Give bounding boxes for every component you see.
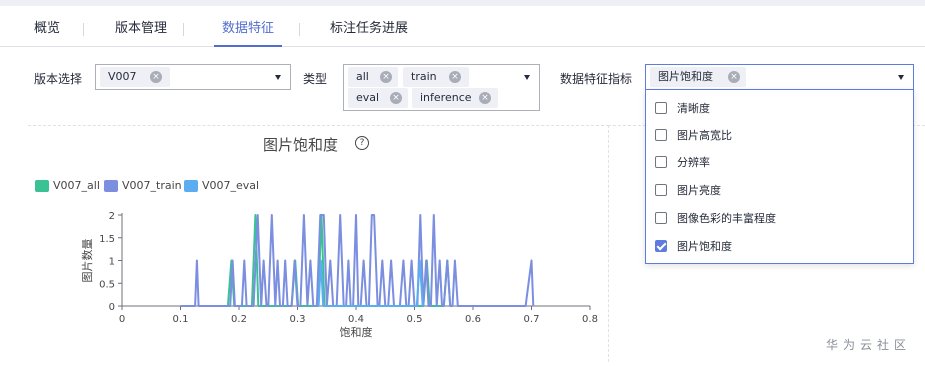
checkbox[interactable] [655,212,667,224]
watermark-logo: 华为云社区 [826,338,912,352]
y-axis-label: 图片数量 [81,239,94,283]
y-tick-label: 2 [109,211,115,222]
metric-option-label: 图片饱和度 [677,240,732,253]
checkbox[interactable] [655,184,667,196]
metric-option-label: 分辨率 [677,156,710,169]
x-tick-label: 0.2 [231,314,247,325]
y-tick-label: 1 [109,257,115,268]
x-tick-label: 0.4 [348,314,364,325]
metric-options-dropdown: 清晰度 图片高宽比 分辨率 图片亮度 图像色彩的丰富程度 图片饱和度 [645,89,914,264]
x-tick-label: 0.1 [173,314,189,325]
checkbox[interactable] [655,156,667,168]
metric-option-label: 图片亮度 [677,184,721,197]
metric-option-label: 图像色彩的丰富程度 [677,212,776,225]
x-tick-label: 0.6 [465,314,481,325]
y-tick-label: 0.5 [99,279,115,290]
checkbox[interactable] [655,129,667,141]
x-axis-label: 饱和度 [340,325,373,339]
x-tick-label: 0.5 [407,314,423,325]
metric-option-label: 图片高宽比 [677,129,732,142]
x-tick-label: 0.7 [524,314,540,325]
metric-option-label: 清晰度 [677,102,710,115]
y-tick-label: 0 [109,302,115,313]
checkbox[interactable] [655,102,667,114]
series-line-V007_train [180,214,535,307]
x-tick-label: 0.8 [582,314,598,325]
x-tick-label: 0.3 [290,314,306,325]
y-tick-label: 1.5 [99,234,115,245]
checkbox-checked[interactable] [655,240,667,252]
x-tick-label: 0 [119,314,125,325]
